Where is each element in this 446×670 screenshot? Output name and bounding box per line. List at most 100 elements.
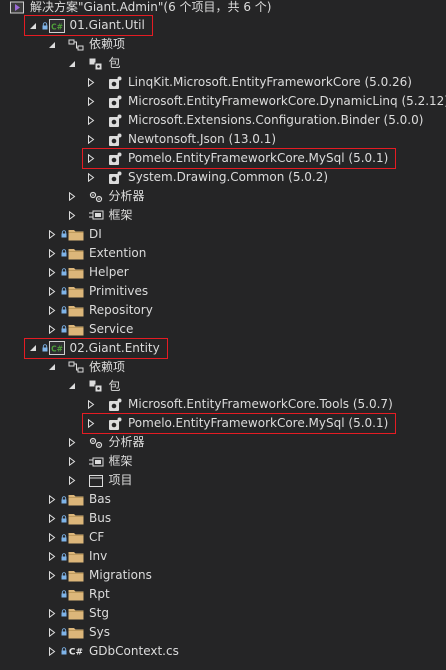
collapsed-arrow-icon[interactable] <box>47 267 57 277</box>
folder-node[interactable]: Repository <box>0 301 446 320</box>
package-item-pomelo[interactable]: Pomelo.EntityFrameworkCore.MySql (5.0.1) <box>0 149 446 168</box>
lock-icon <box>42 22 48 30</box>
dependencies-node[interactable]: 依赖项 <box>0 35 446 54</box>
arrow-spacer <box>47 589 57 599</box>
expanded-arrow-icon[interactable] <box>28 21 38 31</box>
collapsed-arrow-icon[interactable] <box>47 229 57 239</box>
folder-node[interactable]: Stg <box>0 604 446 623</box>
packages-node[interactable]: 包 <box>0 377 446 396</box>
folder-icon <box>68 246 84 260</box>
frameworks-node[interactable]: 框架 <box>0 206 446 225</box>
folder-node[interactable]: Bus <box>0 509 446 528</box>
folder-icon <box>68 493 84 507</box>
package-item[interactable]: LinqKit.Microsoft.EntityFrameworkCore (5… <box>0 73 446 92</box>
collapsed-arrow-icon[interactable] <box>47 533 57 543</box>
lock-icon <box>61 514 67 523</box>
node-label: 依赖项 <box>89 37 126 52</box>
project-references-node[interactable]: 项目 <box>0 471 446 490</box>
collapsed-arrow-icon[interactable] <box>47 495 57 505</box>
collapsed-arrow-icon[interactable] <box>67 457 77 467</box>
collapsed-arrow-icon[interactable] <box>47 286 57 296</box>
folder-node[interactable]: CF <box>0 528 446 547</box>
frameworks-node[interactable]: 框架 <box>0 452 446 471</box>
folder-icon <box>68 606 84 620</box>
folder-node[interactable]: Rpt <box>0 585 446 604</box>
node-label: Stg <box>89 605 109 620</box>
lock-icon <box>61 552 67 561</box>
package-item[interactable]: Microsoft.EntityFrameworkCore.Tools (5.0… <box>0 395 446 414</box>
node-label: 02.Giant.Entity <box>69 340 160 355</box>
analyzers-node[interactable]: 分析器 <box>0 433 446 452</box>
expanded-arrow-icon[interactable] <box>67 59 77 69</box>
package-item[interactable]: Newtonsoft.Json (13.0.1) <box>0 130 446 149</box>
collapsed-arrow-icon[interactable] <box>47 514 57 524</box>
collapsed-arrow-icon[interactable] <box>86 419 96 429</box>
node-label: Primitives <box>89 283 149 298</box>
expanded-arrow-icon[interactable] <box>67 381 77 391</box>
collapsed-arrow-icon[interactable] <box>86 97 96 107</box>
collapsed-arrow-icon[interactable] <box>86 116 96 126</box>
collapsed-arrow-icon[interactable] <box>47 552 57 562</box>
collapsed-arrow-icon[interactable] <box>47 646 57 656</box>
folder-icon <box>68 265 84 279</box>
collapsed-arrow-icon[interactable] <box>67 476 77 486</box>
node-label: Inv <box>89 549 108 564</box>
collapsed-arrow-icon[interactable] <box>47 608 57 618</box>
node-label: Bus <box>89 511 112 526</box>
package-icon <box>107 152 123 166</box>
folder-node[interactable]: Service <box>0 320 446 339</box>
csharp-file-icon: C# <box>68 644 84 658</box>
folder-icon <box>68 569 84 583</box>
collapsed-arrow-icon[interactable] <box>47 248 57 258</box>
lock-icon <box>61 306 67 314</box>
analyzers-node[interactable]: 分析器 <box>0 187 446 206</box>
expanded-arrow-icon[interactable] <box>47 40 57 50</box>
project-giant-util[interactable]: C# 01.Giant.Util <box>0 16 446 35</box>
package-item-pomelo[interactable]: Pomelo.EntityFrameworkCore.MySql (5.0.1) <box>0 414 446 433</box>
project-giant-entity[interactable]: C# 02.Giant.Entity <box>0 339 446 358</box>
collapsed-arrow-icon[interactable] <box>67 438 77 448</box>
dependencies-node[interactable]: 依赖项 <box>0 358 446 377</box>
folder-node[interactable]: Sys <box>0 623 446 642</box>
node-label: 01.Giant.Util <box>69 18 145 33</box>
folder-node[interactable]: Helper <box>0 263 446 282</box>
folder-node[interactable]: Migrations <box>0 566 446 585</box>
folder-node[interactable]: Bas <box>0 490 446 509</box>
package-icon <box>107 133 123 147</box>
collapsed-arrow-icon[interactable] <box>47 571 57 581</box>
expanded-arrow-icon[interactable] <box>47 362 57 372</box>
package-icon <box>107 417 123 431</box>
file-node[interactable]: C# GDbContext.cs <box>0 642 446 661</box>
collapsed-arrow-icon[interactable] <box>86 400 96 410</box>
packages-node[interactable]: 包 <box>0 54 446 73</box>
collapsed-arrow-icon[interactable] <box>86 78 96 88</box>
lock-icon <box>61 571 67 580</box>
expanded-arrow-icon[interactable] <box>28 343 38 353</box>
frameworks-icon <box>88 455 104 469</box>
lock-icon <box>61 590 67 598</box>
collapsed-arrow-icon[interactable] <box>86 135 96 145</box>
collapsed-arrow-icon[interactable] <box>67 210 77 220</box>
collapsed-arrow-icon[interactable] <box>86 173 96 183</box>
package-item[interactable]: Microsoft.EntityFrameworkCore.DynamicLin… <box>0 92 446 111</box>
collapsed-arrow-icon[interactable] <box>67 192 77 202</box>
folder-node[interactable]: DI <box>0 225 446 244</box>
csharp-project-icon: C# <box>48 341 65 356</box>
package-item[interactable]: Microsoft.Extensions.Configuration.Binde… <box>0 111 446 130</box>
folder-icon <box>68 284 84 298</box>
folder-node[interactable]: Extention <box>0 244 446 263</box>
folder-node[interactable]: Primitives <box>0 282 446 301</box>
folder-icon <box>68 227 84 241</box>
lock-icon <box>61 496 67 504</box>
collapsed-arrow-icon[interactable] <box>47 324 57 334</box>
solution-node[interactable]: 解决方案"Giant.Admin"(6 个项目，共 6 个) <box>0 0 446 17</box>
folder-node[interactable]: Inv <box>0 547 446 566</box>
dependencies-icon <box>68 38 84 52</box>
node-label: CF <box>89 530 105 545</box>
package-item[interactable]: System.Drawing.Common (5.0.2) <box>0 168 446 187</box>
analyzers-icon <box>88 436 104 450</box>
node-label: System.Drawing.Common (5.0.2) <box>128 170 329 185</box>
collapsed-arrow-icon[interactable] <box>86 154 96 164</box>
collapsed-arrow-icon[interactable] <box>47 627 57 637</box>
collapsed-arrow-icon[interactable] <box>47 305 57 315</box>
